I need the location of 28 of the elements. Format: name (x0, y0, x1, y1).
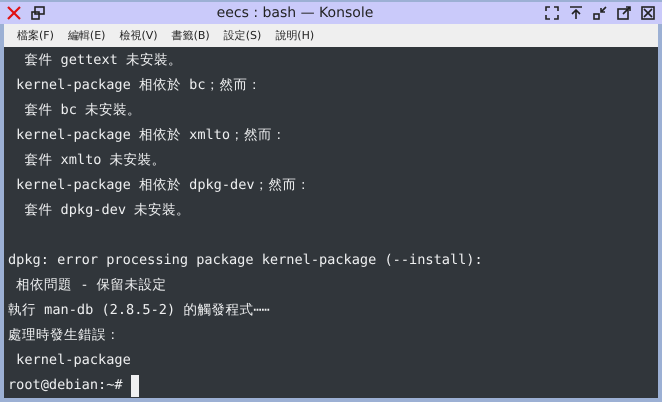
terminal-line: kernel-package (15, 351, 131, 370)
window-title: eecs : bash — Konsole (216, 4, 374, 21)
menu-item[interactable]: 檢視(V) (112, 28, 165, 43)
menu-item[interactable]: 檔案(F) (10, 28, 61, 43)
terminal-line: 執行 man-db (2.8.5-2) 的觸發程式⋯⋯ (8, 301, 270, 320)
fullscreen-icon[interactable] (544, 4, 560, 21)
close-icon[interactable] (6, 4, 22, 21)
cursor (130, 374, 139, 396)
terminal-line: kernel-package 相依於 xmlto；然而： (15, 126, 286, 145)
menu-item[interactable]: 設定(S) (216, 28, 268, 43)
windows-icon[interactable] (30, 4, 46, 21)
menu-item[interactable]: 編輯(E) (60, 28, 112, 43)
terminal-line: kernel-package 相依於 bc；然而： (15, 76, 262, 95)
terminal-line: 處理時發生錯誤： (8, 326, 120, 345)
terminal-line: kernel-package 相依於 dpkg-dev；然而： (15, 176, 311, 195)
terminal-line: 套件 xmlto 未安裝。 (23, 151, 166, 170)
maximize-icon[interactable] (616, 4, 632, 21)
menu-item[interactable]: 書籤(B) (164, 28, 217, 43)
terminal-line: 套件 gettext 未安裝。 (23, 51, 182, 70)
menu-item[interactable]: 說明(H) (268, 28, 322, 43)
keep-above-icon[interactable] (568, 4, 584, 21)
prompt-text: root@debian:~# (8, 376, 124, 395)
terminal-line: 相依問題 - 保留未設定 (15, 276, 167, 295)
close-box-icon[interactable] (640, 4, 656, 21)
minimize-icon[interactable] (592, 4, 608, 21)
terminal-line: dpkg: error processing package kernel-package (--install): (8, 251, 483, 270)
terminal-line: 套件 bc 未安裝。 (23, 101, 142, 120)
terminal-line: 套件 dpkg-dev 未安裝。 (23, 201, 190, 220)
